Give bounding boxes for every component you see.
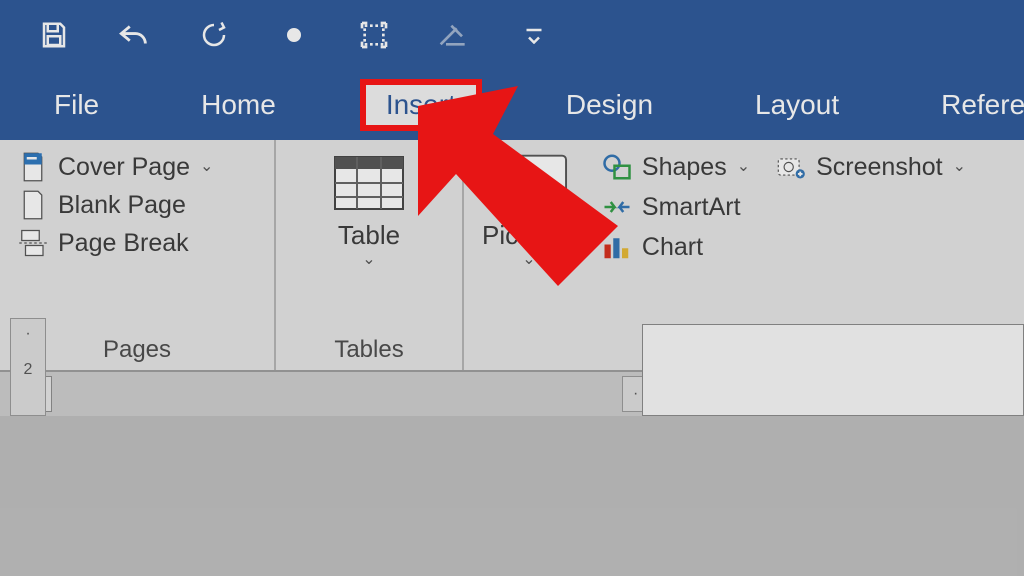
tab-home[interactable]: Home <box>183 83 294 127</box>
table-label: Table <box>338 220 400 251</box>
tab-file[interactable]: File <box>36 83 117 127</box>
chevron-down-icon: ⌄ <box>953 164 966 170</box>
redo-icon[interactable] <box>196 17 232 53</box>
screenshot-icon <box>776 152 806 182</box>
group-pages-label: Pages <box>18 330 256 364</box>
chart-button[interactable]: Chart <box>602 232 750 262</box>
table-button[interactable]: Table ⌄ <box>329 152 409 263</box>
cover-page-label: Cover Page <box>58 153 190 182</box>
page-break-button[interactable]: Page Break <box>18 228 213 258</box>
pictures-icon <box>489 152 569 214</box>
shapes-icon <box>602 152 632 182</box>
vertical-ruler[interactable]: · 2 <box>10 318 46 416</box>
table-icon <box>329 152 409 214</box>
blank-page-label: Blank Page <box>58 191 186 220</box>
pictures-button[interactable]: Pictures ⌄ <box>482 152 576 263</box>
ribbon-tabstrip: File Home Insert Design Layout Reference… <box>0 70 1024 140</box>
chevron-down-icon: ⌄ <box>200 164 213 170</box>
cover-page-icon <box>18 152 48 182</box>
customize-qat-icon[interactable] <box>516 17 552 53</box>
tab-insert[interactable]: Insert <box>360 79 482 131</box>
select-object-icon[interactable] <box>356 17 392 53</box>
chevron-down-icon: ⌄ <box>737 164 750 170</box>
screenshot-button[interactable]: Screenshot ⌄ <box>776 152 966 182</box>
page-break-icon <box>18 228 48 258</box>
pictures-label: Pictures <box>482 220 576 251</box>
blank-page-button[interactable]: Blank Page <box>18 190 213 220</box>
clear-format-icon[interactable] <box>436 17 472 53</box>
save-icon[interactable] <box>36 17 72 53</box>
touch-mode-icon[interactable] <box>276 17 312 53</box>
chevron-down-icon: ⌄ <box>362 257 375 263</box>
chevron-down-icon: ⌄ <box>522 257 535 263</box>
group-tables-label: Tables <box>294 330 444 364</box>
undo-icon[interactable] <box>116 17 152 53</box>
page-break-label: Page Break <box>58 229 189 258</box>
tab-design[interactable]: Design <box>548 83 671 127</box>
chart-icon <box>602 232 632 262</box>
shapes-button[interactable]: Shapes ⌄ <box>602 152 750 182</box>
tab-references[interactable]: References <box>923 83 1024 127</box>
cover-page-button[interactable]: Cover Page ⌄ <box>18 152 213 182</box>
smartart-label: SmartArt <box>642 193 741 222</box>
page-surface[interactable] <box>642 324 1024 416</box>
blank-page-icon <box>18 190 48 220</box>
shapes-label: Shapes <box>642 153 727 182</box>
screenshot-label: Screenshot <box>816 153 942 182</box>
tab-layout[interactable]: Layout <box>737 83 857 127</box>
smartart-button[interactable]: SmartArt <box>602 192 750 222</box>
quick-access-toolbar <box>0 0 1024 70</box>
smartart-icon <box>602 192 632 222</box>
chart-label: Chart <box>642 233 703 262</box>
group-tables: Table ⌄ Tables <box>276 140 464 370</box>
